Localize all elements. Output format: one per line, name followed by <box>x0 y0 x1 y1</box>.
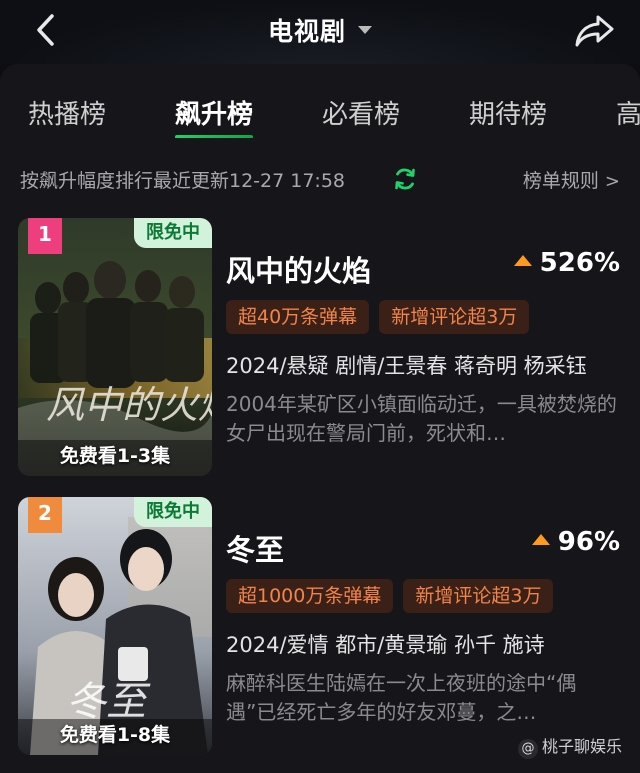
tab-label: 必看榜 <box>322 100 401 130</box>
rise-percentage: 96% <box>531 527 620 557</box>
ranking-item[interactable]: 风中的火焰 1 限免中 免费看1-3集 风中的火焰 526% 超40万条弹幕新增… <box>18 218 628 478</box>
top-bar: 电视剧 <box>0 0 640 64</box>
ranking-tabs: 热播榜 飙升榜 必看榜 期待榜 高 <box>0 78 640 138</box>
tab-must-watch[interactable]: 必看榜 <box>322 94 400 131</box>
tab-label: 期待榜 <box>469 100 548 130</box>
page-title: 电视剧 <box>267 17 346 46</box>
rank-badge: 2 <box>28 497 62 533</box>
tab-hot[interactable]: 热播榜 <box>28 94 106 131</box>
drama-title[interactable]: 冬至 <box>226 527 284 569</box>
trend-up-icon <box>513 255 532 266</box>
poster-artwork: 冬至 <box>18 497 212 755</box>
rank-badge: 1 <box>28 218 62 254</box>
tab-anticipated[interactable]: 期待榜 <box>469 94 547 131</box>
trend-up-icon <box>531 534 550 545</box>
free-badge: 限免中 <box>134 497 212 527</box>
item-info: 风中的火焰 526% 超40万条弹幕 新增评论超3万 2024/悬疑 剧情/王景春… <box>226 218 628 476</box>
trend-value: 96% <box>557 527 620 557</box>
caret-down-icon <box>358 26 372 34</box>
free-episodes-label: 免费看1-8集 <box>59 724 171 746</box>
tab-label: 高 <box>616 100 640 130</box>
item-info: 冬至 96% 超1000万条弹幕 新增评论超3万 2024/爱情 都市/黄景瑜 孙… <box>226 497 628 755</box>
update-description: 按飙升幅度排行最近更新12-27 17:58 <box>20 170 346 192</box>
tag-list: 超40万条弹幕 新增评论超3万 <box>226 300 539 334</box>
drama-synopsis: 2004年某矿区小镇面临动迁，一具被焚烧的女尸出现在警局门前，死状和… <box>226 392 617 445</box>
drama-title[interactable]: 风中的火焰 <box>226 248 371 290</box>
active-tab-indicator <box>175 135 254 138</box>
drama-synopsis: 麻醉科医生陆嫣在一次上夜班的途中“偶遇”已经死亡多年的好友邓蔓，之… <box>226 671 577 724</box>
ranking-info-bar: 按飙升幅度排行最近更新12-27 17:58 榜单规则 > <box>20 166 620 196</box>
refresh-icon[interactable] <box>393 166 417 192</box>
watermark-text: 桃子聊娱乐 <box>541 737 622 756</box>
share-icon[interactable] <box>572 8 618 52</box>
poster-image[interactable]: 冬至 2 限免中 免费看1-8集 <box>18 497 212 755</box>
ranking-rules-link[interactable]: 榜单规则 > <box>523 166 620 193</box>
title-switcher[interactable]: 电视剧 <box>0 12 640 48</box>
svg-text:冬至: 冬至 <box>66 679 151 724</box>
svg-text:风中的火焰: 风中的火焰 <box>46 385 212 427</box>
free-episodes-label: 免费看1-3集 <box>59 445 171 467</box>
ranking-item[interactable]: 冬至 2 限免中 免费看1-8集 冬至 96% 超1000万条弹幕 新增评论超3万… <box>18 497 628 757</box>
watermark: @ 桃子聊娱乐 <box>517 733 622 759</box>
at-icon: @ <box>517 739 538 759</box>
tab-more[interactable]: 高 <box>616 94 640 131</box>
tab-label: 热播榜 <box>28 100 107 130</box>
drama-meta: 2024/爱情 都市/黄景瑜 孙千 施诗 <box>226 633 545 657</box>
comment-tag: 新增评论超3万 <box>379 300 530 334</box>
chevron-right-icon: > <box>604 171 620 192</box>
comment-tag: 新增评论超3万 <box>403 579 554 613</box>
rise-percentage: 526% <box>513 248 620 278</box>
drama-meta: 2024/悬疑 剧情/王景春 蒋奇明 杨采钰 <box>226 354 587 378</box>
tab-label: 飙升榜 <box>175 100 254 130</box>
poster-image[interactable]: 风中的火焰 1 限免中 免费看1-3集 <box>18 218 212 476</box>
poster-artwork: 风中的火焰 <box>18 218 212 476</box>
trend-value: 526% <box>539 248 620 278</box>
rules-label: 榜单规则 <box>522 170 599 192</box>
free-badge: 限免中 <box>134 218 212 248</box>
danmaku-tag: 超1000万条弹幕 <box>226 579 394 613</box>
tab-rising[interactable]: 飙升榜 <box>175 94 254 138</box>
danmaku-tag: 超40万条弹幕 <box>226 300 370 334</box>
tag-list: 超1000万条弹幕 新增评论超3万 <box>226 579 563 613</box>
